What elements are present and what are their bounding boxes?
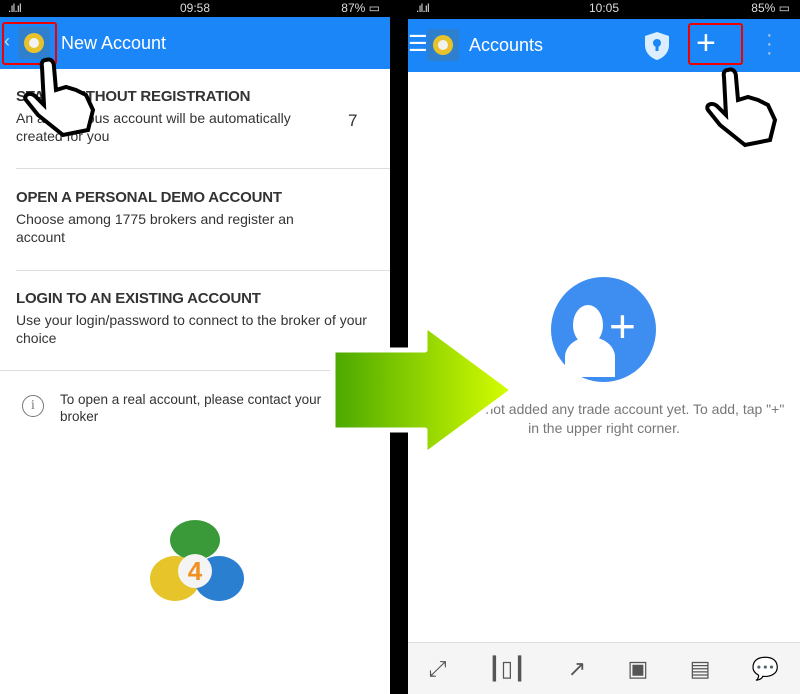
- mt4-logo: 4: [150, 520, 245, 608]
- add-account-illustration: +: [551, 277, 656, 382]
- mt4-logo: [427, 29, 459, 61]
- page-title: New Account: [61, 33, 167, 53]
- chart-icon[interactable]: ↗: [568, 656, 586, 682]
- quotes-icon[interactable]: ┃▯┃: [488, 656, 527, 682]
- pointing-hand-icon: [705, 67, 778, 148]
- bottom-nav: ⤢ ┃▯┃ ↗ ▣ ▤ 💬: [408, 642, 800, 694]
- highlight-box: [688, 23, 743, 65]
- shield-lock-icon[interactable]: [644, 31, 670, 61]
- clock: 09:58: [179, 1, 211, 15]
- mailbox-icon[interactable]: ▣: [628, 656, 649, 682]
- divider: [16, 270, 390, 271]
- arrow-icon: [330, 322, 516, 458]
- pointing-hand-icon: [23, 57, 96, 138]
- status-bar: .ıl.ıl 10:05 85% ▭: [408, 0, 800, 19]
- more-options-icon[interactable]: · · ·: [766, 25, 773, 63]
- stray-mark: 7: [348, 111, 358, 130]
- menu-icon[interactable]: ☰: [408, 31, 428, 57]
- trade-icon[interactable]: ⤢: [429, 656, 447, 682]
- info-icon: i: [22, 395, 44, 417]
- battery: 87% ▭: [341, 1, 380, 15]
- divider: [16, 168, 390, 169]
- chat-icon[interactable]: 💬: [752, 656, 779, 682]
- login-existing-account[interactable]: LOGIN TO AN EXISTING ACCOUNT Use your log…: [16, 290, 374, 347]
- status-bar: .ıl.ıl 09:58 87% ▭: [0, 0, 390, 17]
- open-demo-account[interactable]: OPEN A PERSONAL DEMO ACCOUNT Choose among…: [16, 189, 374, 246]
- clock: 10:05: [588, 1, 620, 15]
- news-icon[interactable]: ▤: [690, 656, 711, 682]
- page-title: Accounts: [469, 35, 544, 55]
- battery: 85% ▭: [751, 1, 790, 15]
